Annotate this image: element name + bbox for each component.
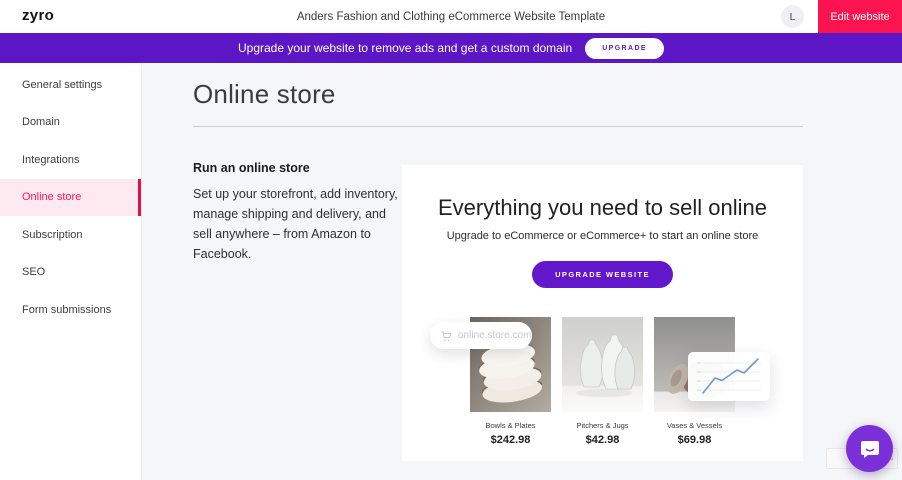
sidebar-item-form-submissions[interactable]: Form submissions — [0, 291, 141, 329]
sidebar-item-online-store[interactable]: Online store — [0, 179, 141, 217]
store-url-pill: online.store.com — [430, 322, 532, 349]
section-text: Set up your storefront, add inventory, m… — [193, 184, 407, 264]
upgrade-button[interactable]: UPGRADE — [585, 38, 664, 59]
upgrade-banner-text: Upgrade your website to remove ads and g… — [238, 41, 572, 55]
sidebar-item-seo[interactable]: SEO — [0, 254, 141, 292]
upgrade-website-button[interactable]: UPGRADE WEBSITE — [532, 261, 673, 288]
chat-button[interactable] — [846, 425, 893, 472]
avatar[interactable]: L — [781, 5, 804, 28]
title-divider — [193, 126, 803, 127]
sidebar-item-general-settings[interactable]: General settings — [0, 66, 141, 104]
sidebar-item-domain[interactable]: Domain — [0, 104, 141, 142]
product-price: $42.98 — [562, 434, 643, 446]
site-template-title: Anders Fashion and Clothing eCommerce We… — [0, 0, 902, 33]
edit-website-button[interactable]: Edit website — [818, 0, 902, 33]
product-name: Pitchers & Jugs — [562, 421, 643, 430]
product-price: $242.98 — [470, 434, 551, 446]
section-title: Run an online store — [193, 161, 407, 175]
sales-chart-card — [688, 352, 770, 401]
sidebar-item-subscription[interactable]: Subscription — [0, 216, 141, 254]
page-title: Online store — [193, 79, 336, 110]
product-price: $69.98 — [654, 434, 735, 446]
card-subheading: Upgrade to eCommerce or eCommerce+ to st… — [402, 230, 803, 242]
sidebar-item-integrations[interactable]: Integrations — [0, 141, 141, 179]
line-chart-icon — [688, 352, 770, 401]
product-image-pitchers — [562, 317, 643, 412]
main-content: Online store Run an online store Set up … — [142, 63, 902, 480]
store-url-text: online.store.com — [458, 330, 531, 341]
settings-sidebar: General settings Domain Integrations Onl… — [0, 63, 142, 480]
product-name: Bowls & Plates — [470, 421, 551, 430]
zyro-logo[interactable]: zyro — [22, 7, 54, 24]
product-name: Vases & Vessels — [654, 421, 735, 430]
product-card: Pitchers & Jugs $42.98 — [562, 317, 643, 446]
card-heading: Everything you need to sell online — [402, 195, 803, 221]
cart-icon — [440, 330, 452, 342]
top-header: zyro Anders Fashion and Clothing eCommer… — [0, 0, 902, 33]
online-store-description: Run an online store Set up your storefro… — [193, 161, 407, 264]
chat-bubble-icon — [858, 437, 882, 461]
sell-online-card: Everything you need to sell online Upgra… — [402, 165, 803, 461]
upgrade-banner: Upgrade your website to remove ads and g… — [0, 33, 902, 63]
